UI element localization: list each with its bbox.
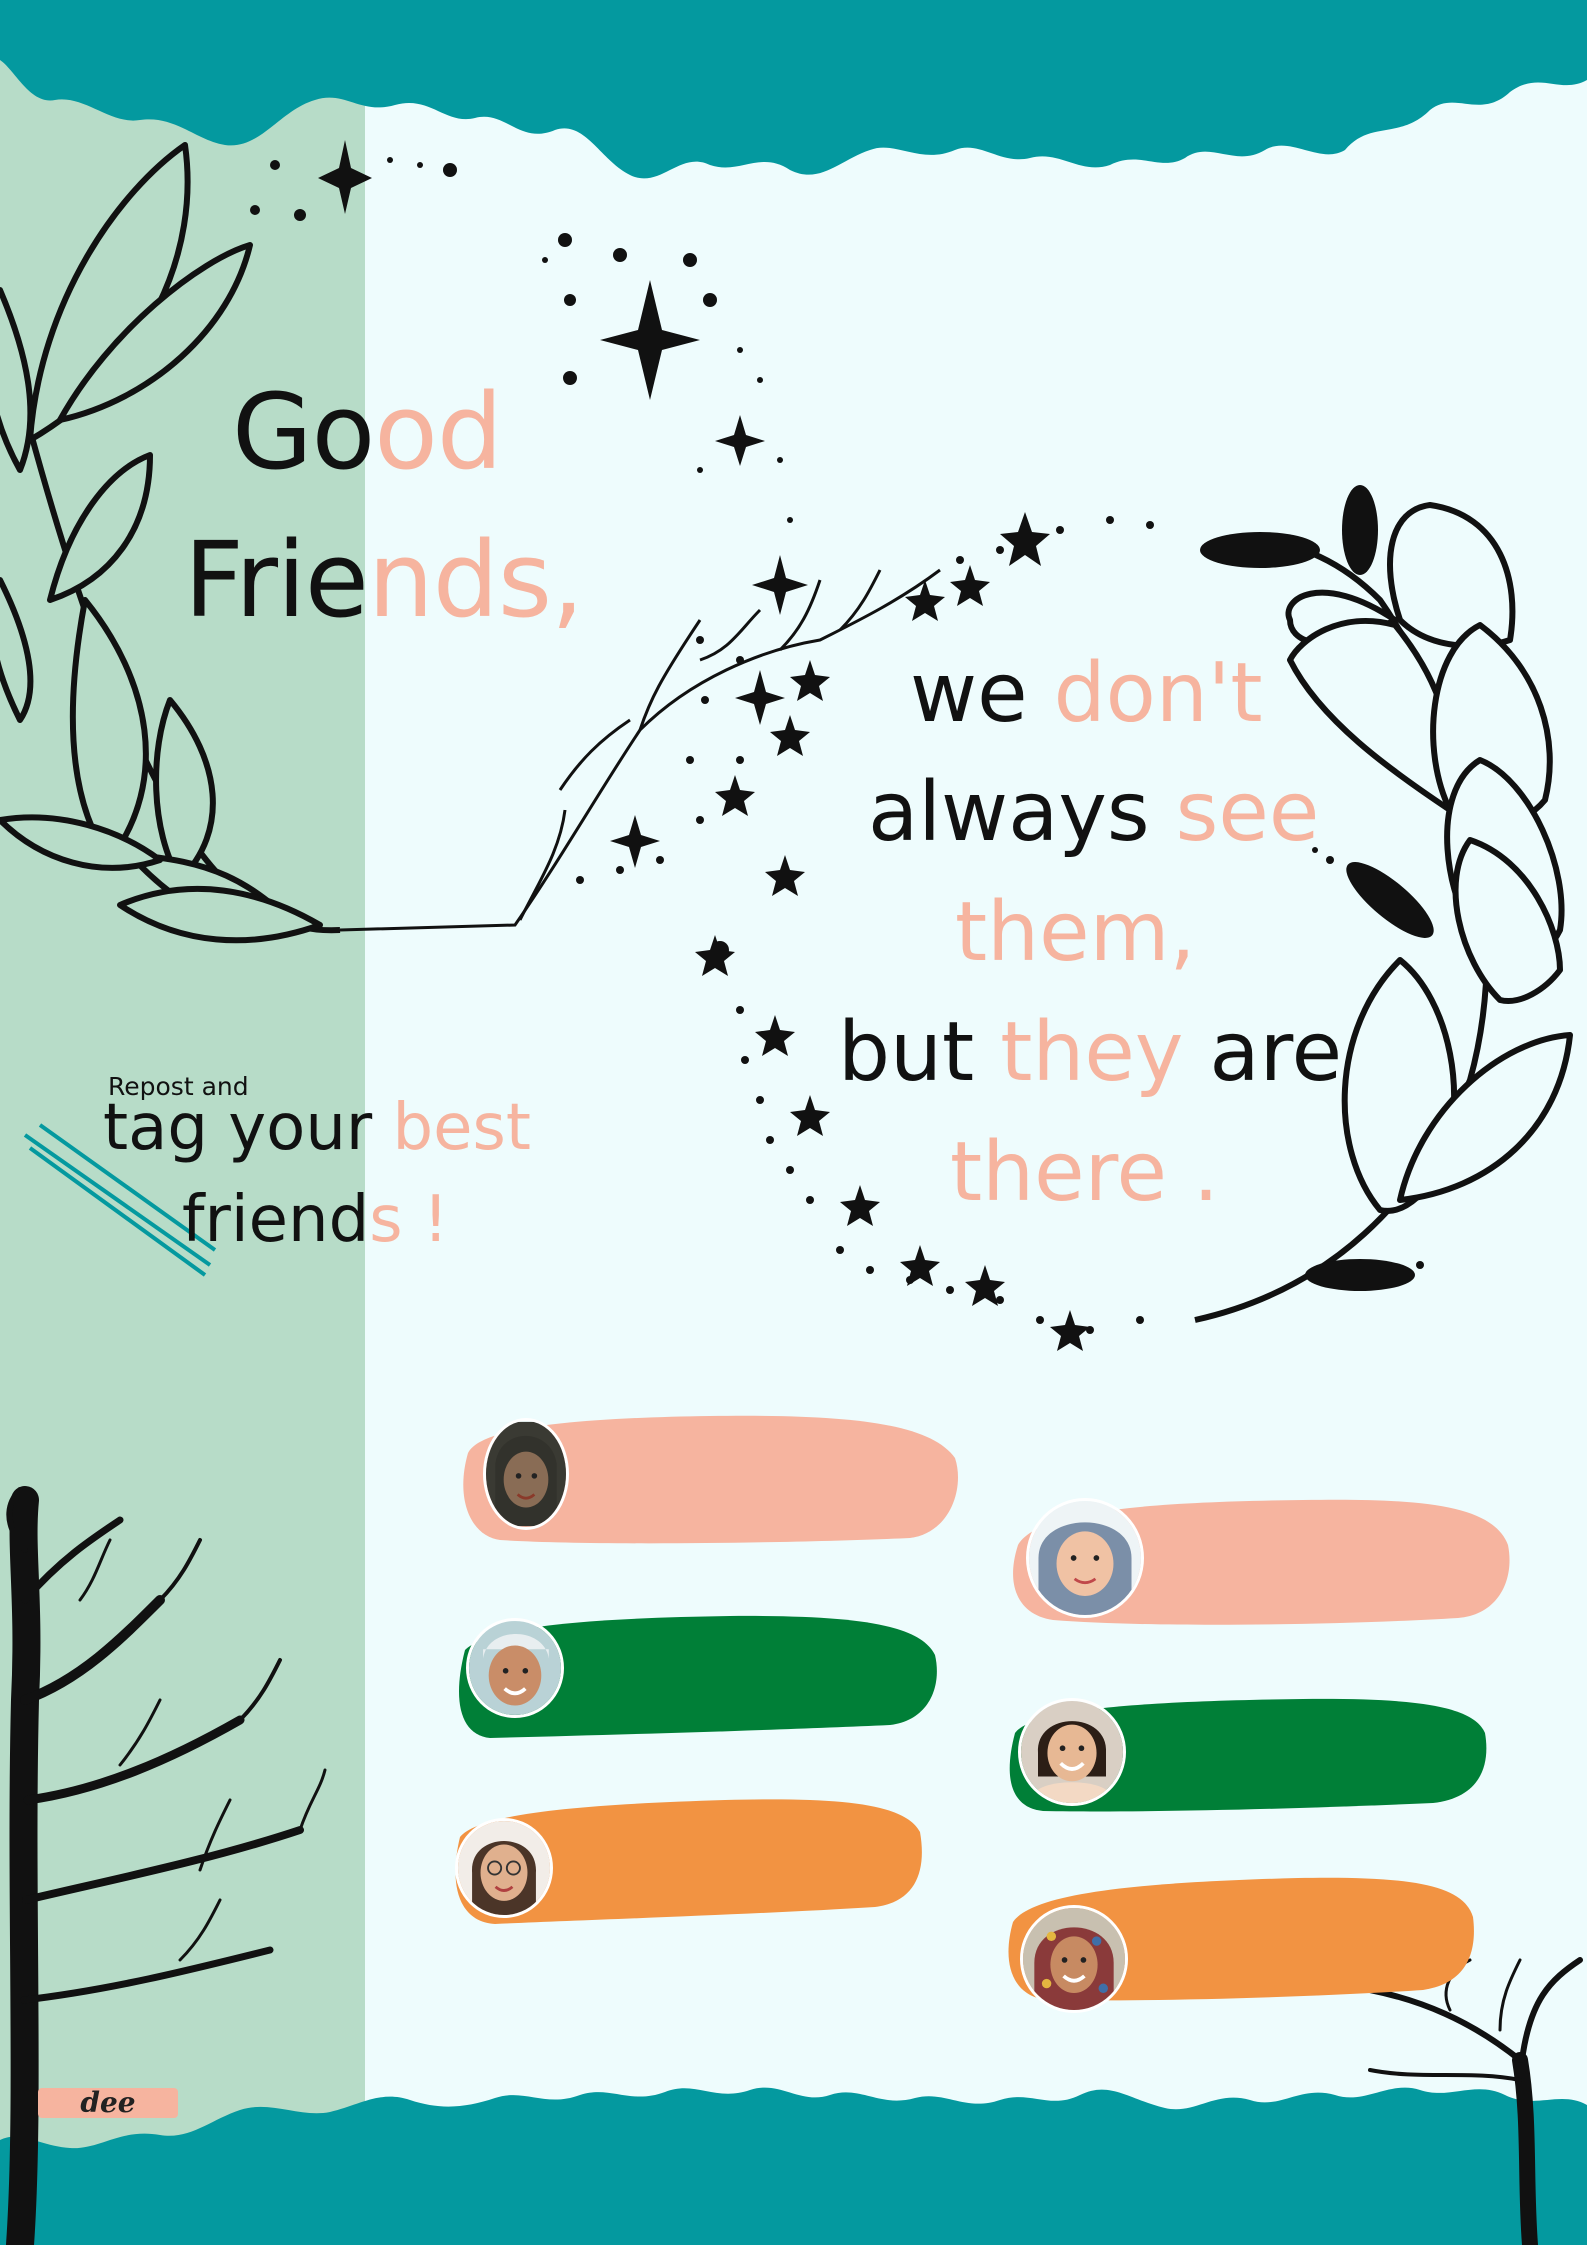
title-line-1: Good [232, 380, 503, 484]
signature-badge: dee [38, 2088, 178, 2118]
bottom-teal-band [0, 2087, 1587, 2245]
avatar-woman-glasses[interactable] [455, 1818, 553, 1918]
quote-line-5-pink: there . [950, 1125, 1220, 1220]
title-line-1-dark: Go [232, 371, 375, 493]
title-line-2-pink: nds, [367, 519, 584, 641]
title-line-2-dark: Frie [184, 519, 369, 641]
cta-line-2-pink: s ! [369, 1183, 449, 1257]
quote-line-1-pink: don't [1053, 646, 1263, 741]
avatar-woman-hijab-dark[interactable] [483, 1418, 569, 1530]
quote-line-1: we don't [910, 653, 1262, 735]
avatar-young-man[interactable] [466, 1618, 564, 1718]
quote-line-4-pink: they [1000, 1005, 1184, 1100]
quote-line-2: always see [868, 772, 1319, 854]
cta-line-1-pink: best [392, 1091, 531, 1165]
quote-line-2-pink: see [1175, 765, 1320, 860]
avatar-woman-smiling[interactable] [1018, 1698, 1126, 1806]
quote-line-5: there . [950, 1132, 1219, 1214]
quote-line-3: them, [955, 892, 1196, 974]
avatar-woman-hijab-blue[interactable] [1026, 1498, 1144, 1618]
quote-line-4-dark-1: but [838, 1005, 1001, 1100]
quote-line-3-pink: them, [955, 885, 1196, 980]
cta-line-2-dark: friend [182, 1183, 370, 1257]
avatar-woman-patterned-hijab[interactable] [1020, 1905, 1128, 2013]
title-line-2: Friends, [184, 528, 584, 632]
cta-line-2: friends ! [182, 1188, 449, 1252]
cta-line-1-dark: tag your [103, 1091, 393, 1165]
top-teal-band [0, 0, 1587, 179]
cta-line-1: tag your best [103, 1096, 531, 1160]
quote-line-4: but they are [838, 1012, 1342, 1094]
quote-line-1-dark: we [910, 646, 1054, 741]
quote-line-4-dark-2: are [1183, 1005, 1343, 1100]
quote-line-2-dark: always [868, 765, 1176, 860]
title-line-1-pink: od [374, 371, 503, 493]
